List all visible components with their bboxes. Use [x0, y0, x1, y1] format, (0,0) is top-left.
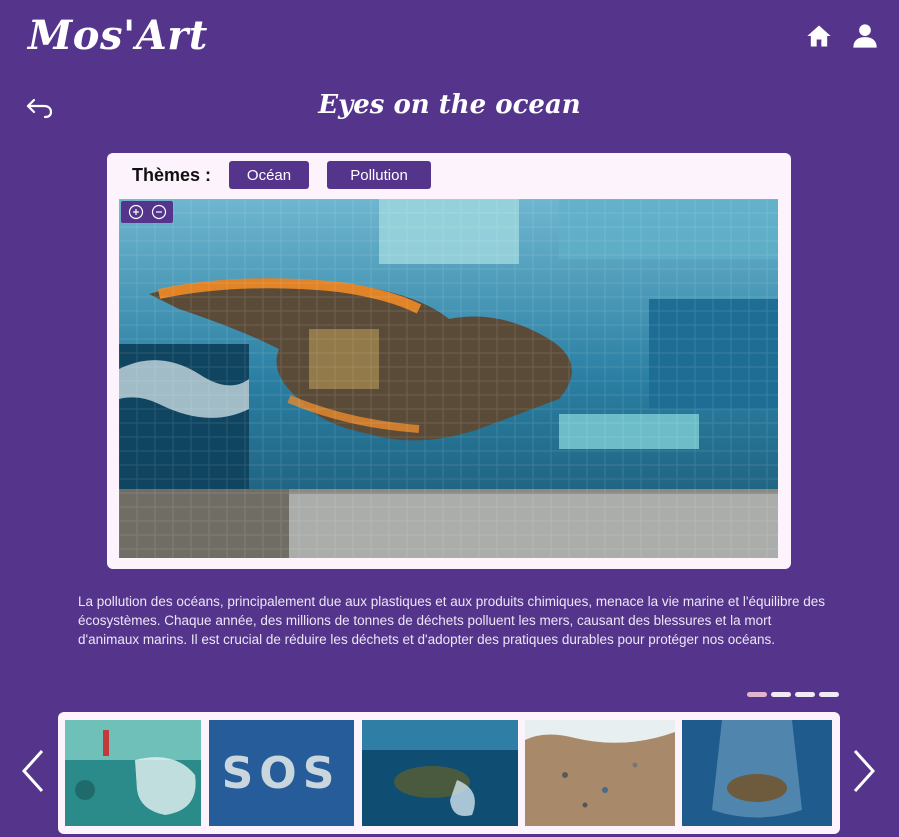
svg-text:SOS: SOS — [222, 748, 341, 799]
artwork-description: La pollution des océans, principalement … — [78, 594, 826, 647]
carousel-pagination — [747, 692, 839, 697]
carousel-dot-3[interactable] — [795, 692, 815, 697]
zoom-in-icon[interactable] — [128, 204, 144, 220]
artwork-card: Thèmes : Océan Pollution — [107, 153, 791, 569]
thumbnail-sos-written-in-stones[interactable]: SOS — [209, 720, 354, 826]
zoom-controls — [121, 201, 173, 223]
thumbnail-sea-turtle-with-plastic[interactable] — [362, 720, 518, 826]
chevron-right-icon[interactable] — [849, 748, 879, 794]
thumbnail-plastic-bag-underwater[interactable] — [65, 720, 201, 826]
top-nav — [805, 22, 879, 50]
theme-tag-ocean[interactable]: Océan — [229, 161, 310, 189]
chevron-left-icon[interactable] — [18, 748, 48, 794]
thumbnail-turtle-in-plastic-bag[interactable] — [682, 720, 832, 826]
thumbnail-strip: SOS — [58, 712, 840, 834]
carousel-dot-4[interactable] — [819, 692, 839, 697]
app-logo[interactable]: Mos'Art — [28, 12, 208, 59]
carousel-dot-2[interactable] — [771, 692, 791, 697]
home-icon[interactable] — [805, 22, 833, 50]
themes-row: Thèmes : Océan Pollution — [132, 161, 432, 189]
user-icon[interactable] — [851, 22, 879, 50]
mosaic-image — [119, 199, 778, 558]
theme-tag-pollution[interactable]: Pollution — [327, 161, 432, 189]
thumbnail-litter-on-beach[interactable] — [525, 720, 675, 826]
themes-label: Thèmes : — [132, 164, 212, 185]
mosaic-artwork[interactable] — [119, 199, 778, 558]
zoom-out-icon[interactable] — [151, 204, 167, 220]
carousel-dot-1[interactable] — [747, 692, 767, 697]
page-title: Eyes on the ocean — [318, 90, 581, 120]
